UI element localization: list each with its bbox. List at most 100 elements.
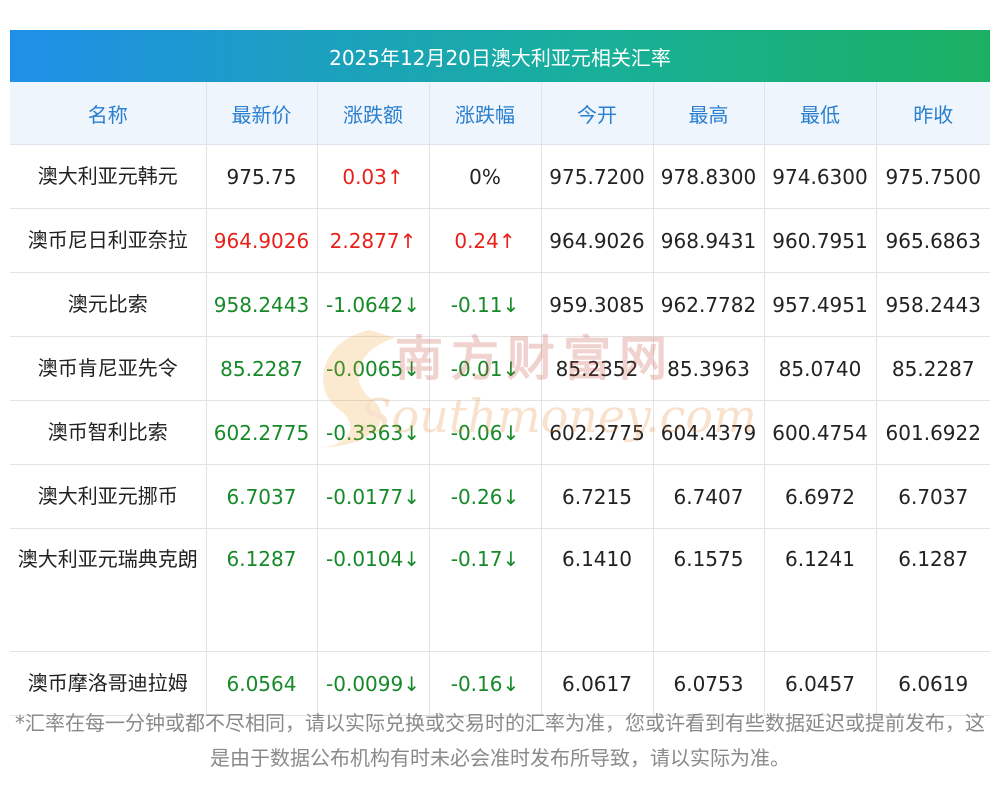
table-row: 澳币尼日利亚奈拉 964.9026 2.2877↑ 0.24↑ 964.9026 968.… bbox=[10, 208, 990, 273]
low-value: 600.4754 bbox=[772, 420, 868, 445]
column-header-high: 最高 bbox=[653, 82, 765, 145]
high-cell: 604.4379 bbox=[653, 400, 765, 465]
high-value: 6.0753 bbox=[673, 671, 744, 696]
low-value: 6.0457 bbox=[785, 671, 855, 696]
change-value: 2.2877↑ bbox=[329, 228, 417, 253]
table-row: 澳大利亚元挪币 6.7037 -0.0177↓ -0.26↓ 6.7215 6.7407 6… bbox=[10, 464, 990, 529]
prev-close-value: 6.0619 bbox=[898, 671, 969, 696]
high-value: 604.4379 bbox=[660, 420, 757, 445]
latest-price-cell: 6.7037 bbox=[206, 464, 318, 529]
open-cell: 85.2352 bbox=[541, 336, 654, 401]
prev-close-cell: 6.7037 bbox=[876, 464, 990, 529]
change-cell: 0.03↑ bbox=[317, 144, 430, 209]
change-cell: -0.0104↓ bbox=[317, 528, 430, 652]
change-cell: -0.0177↓ bbox=[317, 464, 430, 529]
high-value: 85.3963 bbox=[667, 356, 750, 381]
change-value: -0.3363↓ bbox=[326, 420, 420, 445]
change-pct-value: -0.26↓ bbox=[450, 484, 520, 509]
change-value: -0.0065↓ bbox=[326, 356, 420, 381]
latest-price-cell: 958.2443 bbox=[206, 272, 318, 337]
change-value: 0.03↑ bbox=[342, 164, 404, 189]
high-cell: 6.1575 bbox=[653, 528, 765, 652]
low-cell: 6.6972 bbox=[764, 464, 877, 529]
low-cell: 600.4754 bbox=[764, 400, 877, 465]
change-value: -0.0177↓ bbox=[326, 484, 420, 509]
latest-price-cell: 975.75 bbox=[206, 144, 318, 209]
open-value: 959.3085 bbox=[549, 292, 645, 317]
low-value: 6.1241 bbox=[785, 547, 855, 571]
high-cell: 978.8300 bbox=[653, 144, 765, 209]
currency-pair-name: 澳币肯尼亚先令 bbox=[10, 336, 207, 401]
table-row: 澳币智利比索 602.2775 -0.3363↓ -0.06↓ 602.2775 604.… bbox=[10, 400, 990, 465]
currency-pair-name: 澳大利亚元韩元 bbox=[10, 144, 207, 209]
open-cell: 6.7215 bbox=[541, 464, 654, 529]
latest-price-value: 964.9026 bbox=[213, 228, 310, 253]
open-value: 6.1410 bbox=[562, 547, 632, 571]
table-title: 2025年12月20日澳大利亚元相关汇率 bbox=[10, 30, 990, 82]
change-pct-cell: 0% bbox=[429, 144, 542, 209]
open-cell: 959.3085 bbox=[541, 272, 654, 337]
prev-close-value: 601.6922 bbox=[885, 420, 981, 445]
prev-close-value: 6.7037 bbox=[898, 484, 969, 509]
high-value: 6.1575 bbox=[673, 547, 744, 571]
change-cell: -0.0065↓ bbox=[317, 336, 430, 401]
change-pct-value: -0.01↓ bbox=[450, 356, 520, 381]
open-value: 85.2352 bbox=[555, 356, 639, 381]
column-header-low: 最低 bbox=[764, 82, 877, 145]
prev-close-cell: 958.2443 bbox=[876, 272, 990, 337]
low-cell: 974.6300 bbox=[764, 144, 877, 209]
latest-price-cell: 6.1287 bbox=[206, 528, 318, 652]
table-row: 澳大利亚元瑞典克朗 6.1287 -0.0104↓ -0.17↓ 6.1410 6.157… bbox=[10, 528, 990, 652]
prev-close-cell: 965.6863 bbox=[876, 208, 990, 273]
latest-price-value: 975.75 bbox=[226, 164, 297, 189]
high-cell: 962.7782 bbox=[653, 272, 765, 337]
low-cell: 6.1241 bbox=[764, 528, 877, 652]
change-pct-cell: -0.17↓ bbox=[429, 528, 542, 652]
column-header-latest: 最新价 bbox=[206, 82, 318, 145]
column-header-open: 今开 bbox=[541, 82, 654, 145]
change-pct-cell: -0.01↓ bbox=[429, 336, 542, 401]
latest-price-value: 602.2775 bbox=[213, 420, 310, 445]
prev-close-value: 6.1287 bbox=[898, 547, 969, 571]
table-row: 澳元比索 958.2443 -1.0642↓ -0.11↓ 959.3085 962.77… bbox=[10, 272, 990, 337]
low-value: 6.6972 bbox=[785, 484, 855, 509]
currency-pair-name: 澳币智利比索 bbox=[10, 400, 207, 465]
currency-pair-name: 澳大利亚元瑞典克朗 bbox=[10, 528, 207, 652]
change-value: -0.0099↓ bbox=[326, 671, 420, 696]
latest-price-cell: 85.2287 bbox=[206, 336, 318, 401]
prev-close-cell: 6.1287 bbox=[876, 528, 990, 652]
change-pct-value: -0.17↓ bbox=[450, 547, 520, 571]
latest-price-value: 6.1287 bbox=[226, 547, 297, 571]
low-value: 85.0740 bbox=[778, 356, 862, 381]
change-pct-value: -0.06↓ bbox=[450, 420, 520, 445]
high-value: 978.8300 bbox=[660, 164, 757, 189]
latest-price-cell: 964.9026 bbox=[206, 208, 318, 273]
column-header-change: 涨跌额 bbox=[317, 82, 430, 145]
change-pct-value: -0.11↓ bbox=[450, 292, 520, 317]
change-value: -0.0104↓ bbox=[326, 547, 420, 571]
change-pct-value: 0% bbox=[469, 164, 501, 189]
low-value: 960.7951 bbox=[772, 228, 868, 253]
change-cell: -0.3363↓ bbox=[317, 400, 430, 465]
low-value: 957.4951 bbox=[772, 292, 868, 317]
change-value: -1.0642↓ bbox=[326, 292, 420, 317]
open-cell: 6.1410 bbox=[541, 528, 654, 652]
currency-pair-name: 澳大利亚元挪币 bbox=[10, 464, 207, 529]
prev-close-cell: 601.6922 bbox=[876, 400, 990, 465]
change-pct-value: -0.16↓ bbox=[450, 671, 520, 696]
change-cell: 2.2877↑ bbox=[317, 208, 430, 273]
change-pct-value: 0.24↑ bbox=[454, 228, 516, 253]
open-value: 6.7215 bbox=[562, 484, 632, 509]
prev-close-value: 958.2443 bbox=[885, 292, 981, 317]
column-header-prev-close: 昨收 bbox=[876, 82, 990, 145]
open-cell: 964.9026 bbox=[541, 208, 654, 273]
currency-pair-name: 澳币尼日利亚奈拉 bbox=[10, 208, 207, 273]
latest-price-value: 6.7037 bbox=[226, 484, 297, 509]
change-pct-cell: -0.26↓ bbox=[429, 464, 542, 529]
low-cell: 960.7951 bbox=[764, 208, 877, 273]
low-cell: 85.0740 bbox=[764, 336, 877, 401]
change-pct-cell: -0.06↓ bbox=[429, 400, 542, 465]
change-pct-cell: -0.11↓ bbox=[429, 272, 542, 337]
latest-price-value: 85.2287 bbox=[220, 356, 303, 381]
exchange-rate-table: 名称 最新价 涨跌额 涨跌幅 今开 最高 最低 昨收 澳大利亚元韩元 975.75… bbox=[10, 82, 990, 716]
